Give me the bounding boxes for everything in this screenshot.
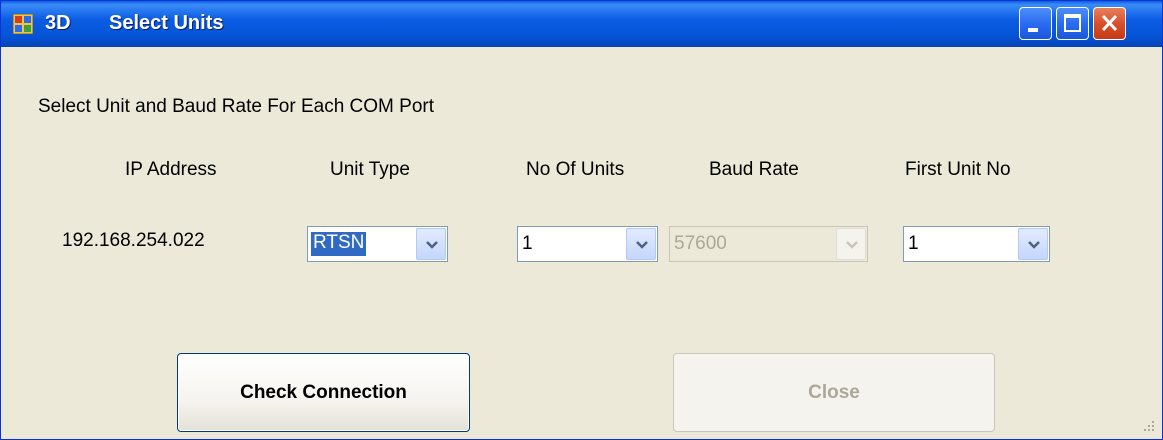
no-of-units-dropdown-button[interactable] xyxy=(626,228,656,260)
baud-rate-select: 57600 xyxy=(669,226,868,262)
baud-rate-dropdown-button xyxy=(836,228,866,260)
baud-rate-value: 57600 xyxy=(674,233,727,254)
unit-type-value: RTSN xyxy=(311,232,367,256)
instructions-label: Select Unit and Baud Rate For Each COM P… xyxy=(38,96,435,117)
unit-type-dropdown-button[interactable] xyxy=(416,228,446,260)
unit-type-header: Unit Type xyxy=(330,159,410,180)
chevron-down-icon xyxy=(426,241,438,249)
no-of-units-header: No Of Units xyxy=(526,159,625,180)
first-unit-no-header: First Unit No xyxy=(905,159,1011,180)
ip-address-header: IP Address xyxy=(125,159,217,180)
chevron-down-icon xyxy=(846,241,858,249)
close-button: Close xyxy=(673,353,995,432)
minimize-button[interactable] xyxy=(1019,7,1052,40)
select-units-window: 3D Select Units Select Unit and Baud Rat… xyxy=(0,0,1163,440)
unit-type-select[interactable]: RTSN xyxy=(307,226,448,262)
title-bar[interactable]: 3D Select Units xyxy=(1,1,1162,47)
no-of-units-value: 1 xyxy=(522,233,533,254)
resize-grip-icon[interactable] xyxy=(1142,419,1156,433)
title-prefix: 3D xyxy=(45,12,71,34)
first-unit-no-select[interactable]: 1 xyxy=(903,226,1050,262)
ip-address-value: 192.168.254.022 xyxy=(62,230,205,251)
minimize-icon xyxy=(1028,28,1038,32)
chevron-down-icon xyxy=(636,241,648,249)
maximize-button[interactable] xyxy=(1056,7,1089,40)
app-icon xyxy=(12,13,34,35)
baud-rate-header: Baud Rate xyxy=(709,159,799,180)
first-unit-no-dropdown-button[interactable] xyxy=(1018,228,1048,260)
check-connection-button[interactable]: Check Connection xyxy=(177,353,470,432)
close-window-button[interactable] xyxy=(1093,7,1126,40)
no-of-units-select[interactable]: 1 xyxy=(517,226,658,262)
first-unit-no-value: 1 xyxy=(908,233,919,254)
close-icon xyxy=(1101,14,1118,32)
maximize-icon xyxy=(1064,14,1081,32)
chevron-down-icon xyxy=(1028,241,1040,249)
window-title: Select Units xyxy=(109,12,224,34)
